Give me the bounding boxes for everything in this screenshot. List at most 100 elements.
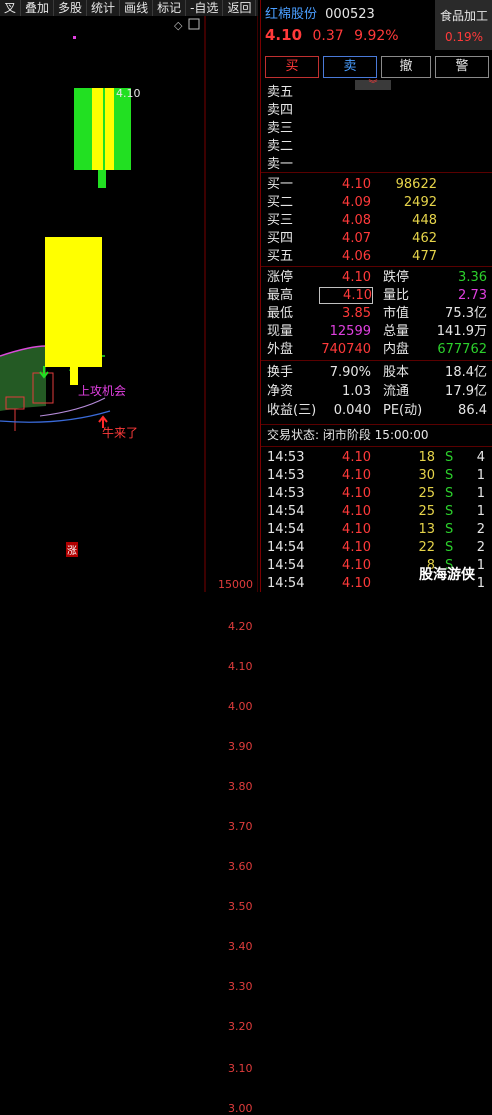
stock-name[interactable]: 红棉股份 bbox=[265, 7, 317, 22]
stat-value: 2.73 bbox=[458, 288, 487, 303]
bid-label: 买五 bbox=[267, 249, 294, 264]
ask-volume bbox=[391, 120, 437, 137]
price-change-pct: 9.92% bbox=[354, 28, 399, 44]
ask-volume bbox=[391, 156, 437, 173]
ask-label: 卖三 bbox=[267, 121, 294, 136]
trade-volume: 18 bbox=[418, 450, 435, 465]
trade-price: 4.10 bbox=[342, 558, 371, 573]
price-change: 0.37 bbox=[312, 28, 344, 44]
trade-count: 4 bbox=[476, 450, 485, 465]
toolbar-item[interactable]: 画线 bbox=[120, 0, 154, 16]
bid-volume: 98622 bbox=[395, 177, 437, 192]
trade-count: 2 bbox=[476, 540, 485, 555]
trade-side: S bbox=[445, 540, 454, 555]
stat-value: 740740 bbox=[321, 342, 371, 357]
stat-label: 涨停 bbox=[267, 270, 294, 285]
industry-name: 食品加工 bbox=[439, 9, 488, 23]
stat-label: PE(动) bbox=[383, 403, 423, 418]
bid-label: 买四 bbox=[267, 231, 294, 246]
trade-price: 4.10 bbox=[342, 486, 371, 501]
price-tick: 3.50 bbox=[228, 900, 253, 913]
sell-button[interactable]: 卖 bbox=[323, 56, 377, 78]
stat-label: 外盘 bbox=[267, 342, 294, 357]
quote-panel: 红棉股份 000523 食品加工 0.19% 4.10 0.37 9.92% 买… bbox=[260, 0, 492, 592]
chart-toolbar: 叉叠加 多股 统计 画线 标记 -自选 返回 bbox=[0, 0, 258, 16]
toolbar-item[interactable]: 返回 bbox=[223, 0, 257, 16]
stat-value: 86.4 bbox=[458, 403, 487, 418]
trade-time: 14:53 bbox=[267, 486, 305, 501]
trade-volume: 25 bbox=[418, 486, 435, 501]
bid-price: 4.06 bbox=[342, 249, 371, 264]
marker-dot bbox=[73, 36, 76, 39]
stat-value: 12599 bbox=[329, 324, 371, 339]
toolbar-item[interactable]: -自选 bbox=[186, 0, 224, 16]
toolbar-item[interactable]: 标记 bbox=[153, 0, 187, 16]
stat-value: 3.85 bbox=[342, 306, 371, 321]
stat-label: 最低 bbox=[267, 306, 294, 321]
ask-label: 卖四 bbox=[267, 103, 294, 118]
toolbar-item[interactable]: 叠加 bbox=[21, 0, 55, 16]
volume-label: 15000 bbox=[218, 578, 253, 591]
stat-value: 7.90% bbox=[329, 365, 371, 380]
bid-volume: 477 bbox=[412, 249, 437, 264]
stat-label: 市值 bbox=[383, 306, 410, 321]
kline-svg: ◇ bbox=[0, 16, 259, 592]
bid-price: 4.08 bbox=[342, 213, 371, 228]
trade-time: 14:54 bbox=[267, 540, 305, 555]
trade-side: S bbox=[445, 486, 454, 501]
trade-side: S bbox=[445, 504, 454, 519]
current-price: 4.10 bbox=[265, 26, 303, 44]
candle-yellow bbox=[45, 237, 102, 367]
trade-count: 1 bbox=[476, 468, 485, 483]
price-tick: 3.00 bbox=[228, 1102, 253, 1115]
stat-label: 跌停 bbox=[383, 270, 410, 285]
stat-label: 换手 bbox=[267, 365, 294, 380]
price-tick: 4.10 bbox=[228, 660, 253, 673]
ask-volume bbox=[391, 138, 437, 155]
ask-volume bbox=[391, 102, 437, 119]
trade-price: 4.10 bbox=[342, 522, 371, 537]
bid-price: 4.09 bbox=[342, 195, 371, 210]
stat-label: 量比 bbox=[383, 288, 410, 303]
ask-price bbox=[331, 138, 371, 155]
alert-button[interactable]: 警 bbox=[435, 56, 489, 78]
trade-side: S bbox=[445, 522, 454, 537]
cancel-button[interactable]: 撤 bbox=[381, 56, 431, 78]
ask-price bbox=[331, 102, 371, 119]
trade-count: 1 bbox=[476, 504, 485, 519]
buy-button[interactable]: 买 bbox=[265, 56, 319, 78]
bid-label: 买二 bbox=[267, 195, 294, 210]
ask-price bbox=[331, 120, 371, 137]
trade-time: 14:53 bbox=[267, 468, 305, 483]
annotation-bull: 牛来了 bbox=[102, 426, 139, 440]
stat-value: 141.9万 bbox=[436, 324, 487, 339]
bid-price: 4.07 bbox=[342, 231, 371, 246]
stat-value: 0.040 bbox=[333, 403, 371, 418]
price-tick: 3.70 bbox=[228, 820, 253, 833]
ask-label: 卖五 bbox=[267, 85, 294, 100]
trade-time: 14:54 bbox=[267, 522, 305, 537]
stat-value: 1.03 bbox=[342, 384, 371, 399]
trade-count: 2 bbox=[476, 522, 485, 537]
bid-volume: 448 bbox=[412, 213, 437, 228]
stat-label: 内盘 bbox=[383, 342, 410, 357]
kline-chart[interactable]: ◇ 4.20 4.10 4.00 3.90 3.80 3.70 3.60 3.50 3.40 3.… bbox=[0, 16, 259, 1115]
stat-value: 4.10 bbox=[342, 270, 371, 285]
diamond-icon: ◇ bbox=[174, 19, 183, 32]
bid-label: 买三 bbox=[267, 213, 294, 228]
candle-green-wick bbox=[98, 170, 106, 188]
toolbar-item[interactable]: 叉 bbox=[0, 0, 22, 16]
toolbar-item[interactable]: 多股 bbox=[54, 0, 88, 16]
toolbar-item[interactable]: 统计 bbox=[87, 0, 121, 16]
peak-label: 4.10 bbox=[116, 87, 141, 100]
watermark: 股海游侠 bbox=[419, 567, 475, 583]
ask-label: 卖一 bbox=[267, 157, 294, 172]
trade-price: 4.10 bbox=[342, 504, 371, 519]
stat-label: 净资 bbox=[267, 384, 294, 399]
stat-value: 17.9亿 bbox=[445, 384, 487, 399]
trade-volume: 22 bbox=[418, 540, 435, 555]
industry-box[interactable]: 食品加工 0.19% bbox=[435, 0, 492, 50]
limit-up-marker: 涨 bbox=[66, 542, 78, 557]
trade-volume: 25 bbox=[418, 504, 435, 519]
stat-value: 4.10 bbox=[319, 287, 373, 304]
